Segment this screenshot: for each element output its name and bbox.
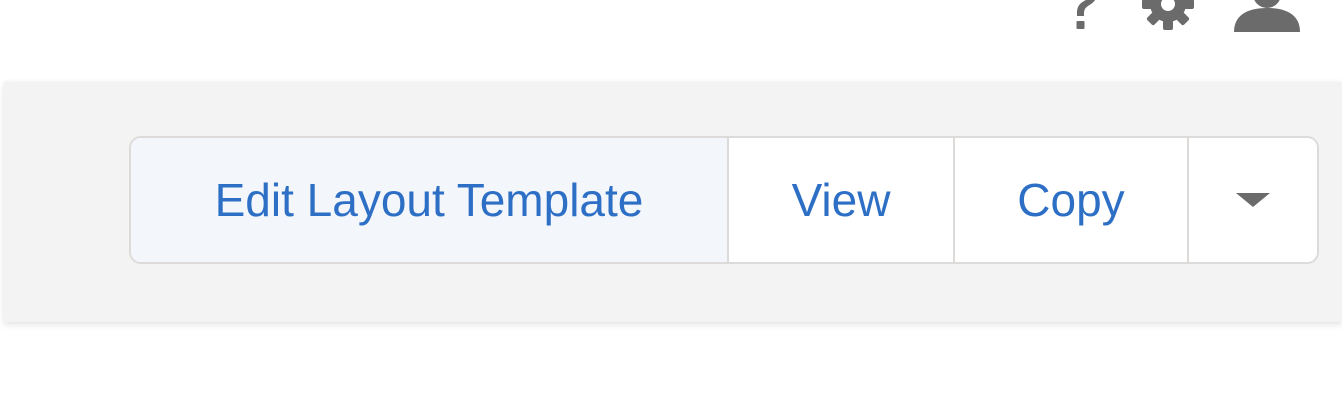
header-utility-icons — [1060, 0, 1302, 37]
copy-button[interactable]: Copy — [955, 138, 1189, 262]
more-actions-button[interactable] — [1189, 138, 1317, 262]
gear-icon[interactable] — [1140, 0, 1196, 37]
help-icon[interactable] — [1060, 0, 1104, 35]
view-button[interactable]: View — [729, 138, 955, 262]
user-icon[interactable] — [1232, 0, 1302, 37]
page: Edit Layout Template View Copy — [0, 0, 1342, 412]
chevron-down-icon — [1236, 193, 1270, 207]
record-actions-button-group: Edit Layout Template View Copy — [129, 136, 1319, 264]
view-label: View — [791, 174, 891, 226]
edit-layout-template-button[interactable]: Edit Layout Template — [131, 138, 729, 262]
edit-layout-template-label: Edit Layout Template — [214, 174, 644, 226]
copy-label: Copy — [1017, 174, 1125, 226]
